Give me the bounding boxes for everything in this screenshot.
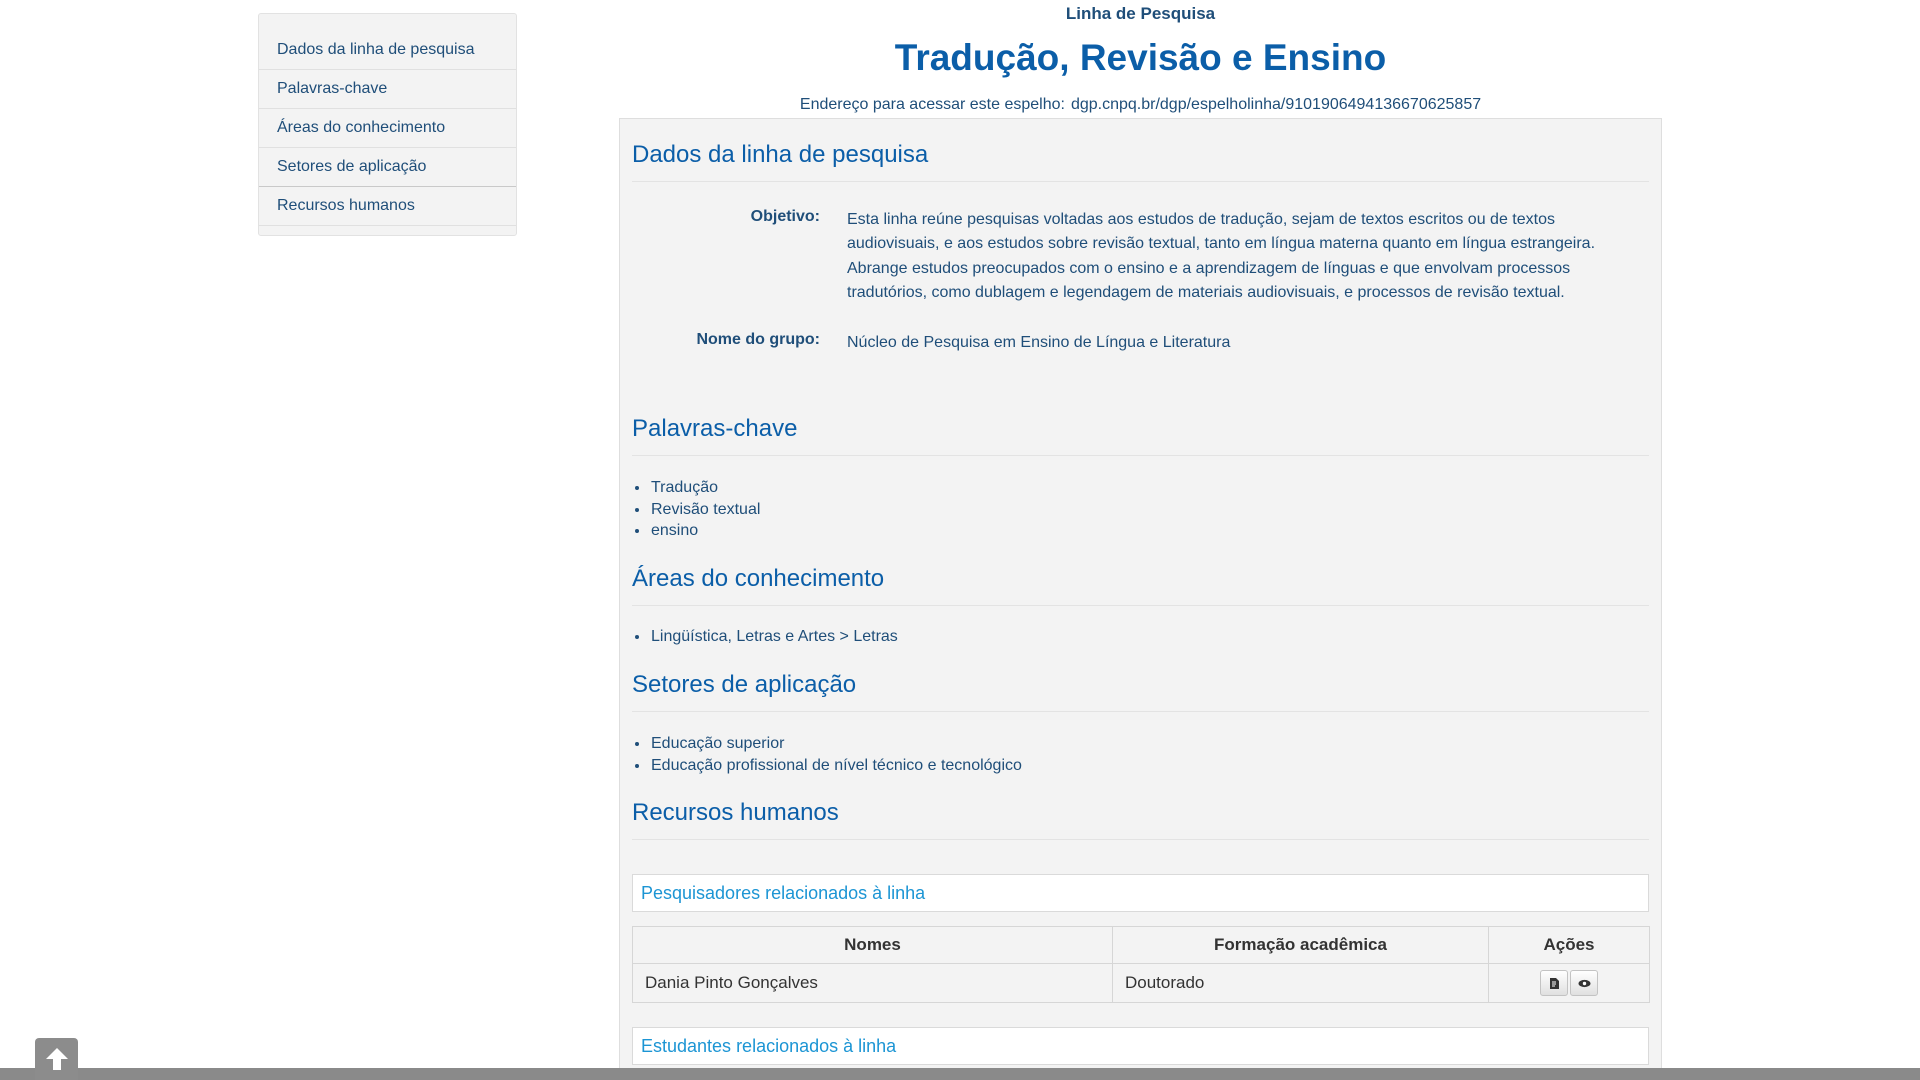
arrow-up-icon [46, 1048, 68, 1070]
list-item: Revisão textual [650, 499, 760, 521]
view-button[interactable] [1570, 970, 1598, 996]
list-item: Lingüística, Letras e Artes > Letras [650, 626, 898, 648]
section-heading-palavras: Palavras-chave [632, 415, 1649, 456]
objetivo-line: Esta linha reúne pesquisas voltadas aos … [847, 211, 1555, 228]
curriculum-button[interactable] [1540, 970, 1568, 996]
setores-list: Educação superior Educação profissional … [635, 733, 1022, 776]
objetivo-line: tradutórios, como dublagem e legendagem … [847, 284, 1565, 302]
grupo-value: Núcleo de Pesquisa em Ensino de Língua e… [847, 334, 1231, 351]
back-to-top-button[interactable] [35, 1038, 78, 1080]
address-url: dgp.cnpq.br/dgp/espelholinha/91019064941… [1070, 96, 1482, 113]
areas-list: Lingüística, Letras e Artes > Letras [635, 626, 898, 648]
list-item: Educação superior [650, 733, 1022, 755]
grupo-label: Nome do grupo: [696, 331, 820, 348]
cell-nome: Dania Pinto Gonçalves [632, 963, 1113, 1003]
page-title: Tradução, Revisão e Ensino [894, 37, 1387, 78]
sidebar-item-recursos[interactable]: Recursos humanos [259, 187, 516, 226]
curriculum-icon [1550, 978, 1559, 989]
pesquisadores-table: Nomes Formação acadêmica Ações Dania Pin… [632, 926, 1650, 1003]
list-item: ensino [650, 520, 760, 542]
col-header-formacao: Formação acadêmica [1112, 926, 1489, 964]
bottom-bar [0, 1068, 1920, 1080]
objetivo-line: audiovisuais, e aos estudos sobre revisã… [847, 235, 1596, 253]
col-header-nomes: Nomes [632, 926, 1113, 964]
sidebar-item-areas[interactable]: Áreas do conhecimento [259, 109, 516, 148]
estudantes-panel-title[interactable]: Estudantes relacionados à linha [632, 1027, 1649, 1065]
sidebar-item-palavras-chave[interactable]: Palavras-chave [259, 70, 516, 109]
sidebar-item-dados[interactable]: Dados da linha de pesquisa [259, 31, 516, 70]
mirror-address: Endereço para acessar este espelho: dgp.c… [619, 96, 1662, 114]
list-item: Educação profissional de nível técnico e… [650, 755, 1022, 777]
objetivo-value: Esta linha reúne pesquisas voltadas aos … [847, 208, 1607, 306]
main-panel: Dados da linha de pesquisa Objetivo: Est… [619, 118, 1662, 1080]
eye-icon [1578, 979, 1591, 988]
page-kicker: Linha de Pesquisa [1065, 4, 1216, 23]
table-header-row: Nomes Formação acadêmica Ações [632, 926, 1650, 964]
section-heading-setores: Setores de aplicação [632, 671, 1649, 712]
section-heading-dados: Dados da linha de pesquisa [632, 141, 1649, 182]
objetivo-label: Objetivo: [750, 208, 820, 225]
section-heading-areas: Áreas do conhecimento [632, 565, 1649, 606]
col-header-acoes: Ações [1488, 926, 1650, 964]
cell-acoes [1488, 963, 1650, 1003]
keywords-list: Tradução Revisão textual ensino [635, 477, 760, 542]
sidebar-item-setores[interactable]: Setores de aplicação [259, 148, 516, 187]
table-row: Dania Pinto Gonçalves Doutorado [632, 963, 1650, 1003]
section-heading-recursos: Recursos humanos [632, 799, 1649, 840]
cell-formacao: Doutorado [1112, 963, 1489, 1003]
address-label: Endereço para acessar este espelho: [799, 96, 1065, 113]
sidebar-nav: Dados da linha de pesquisa Palavras-chav… [258, 13, 517, 236]
pesquisadores-panel-title[interactable]: Pesquisadores relacionados à linha [632, 874, 1649, 912]
list-item: Tradução [650, 477, 760, 499]
objetivo-line: Abrange estudos preocupados com o ensino… [847, 259, 1571, 277]
